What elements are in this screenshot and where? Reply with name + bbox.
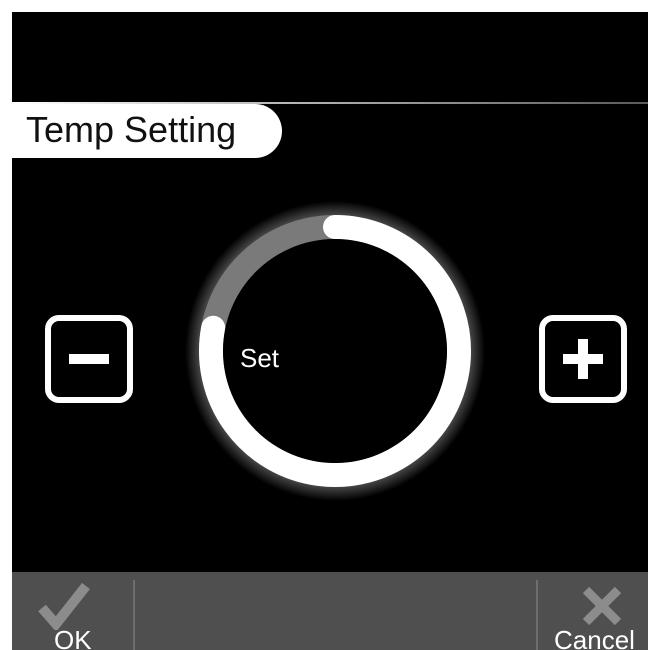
- dial-label: Set: [240, 343, 280, 373]
- ok-label: OK: [54, 625, 92, 650]
- dial-graphic: [185, 201, 485, 501]
- page-title: Temp Setting: [12, 104, 282, 158]
- x-icon: [582, 586, 622, 626]
- footer-divider-right: [536, 580, 538, 650]
- decrease-button[interactable]: [45, 315, 133, 403]
- checkmark-icon: [38, 582, 90, 630]
- plus-icon: [563, 339, 603, 379]
- footer-bar: OK Cancel: [12, 572, 648, 650]
- cancel-button[interactable]: Cancel: [540, 572, 648, 650]
- ok-button[interactable]: OK: [12, 572, 132, 650]
- footer-divider-left: [133, 580, 135, 650]
- thermostat-screen: Temp Setting Set OK Cancel: [12, 12, 648, 650]
- cancel-label: Cancel: [554, 625, 635, 650]
- page-title-text: Temp Setting: [26, 109, 237, 150]
- minus-icon: [69, 354, 109, 364]
- temperature-dial[interactable]: [185, 201, 485, 501]
- increase-button[interactable]: [539, 315, 627, 403]
